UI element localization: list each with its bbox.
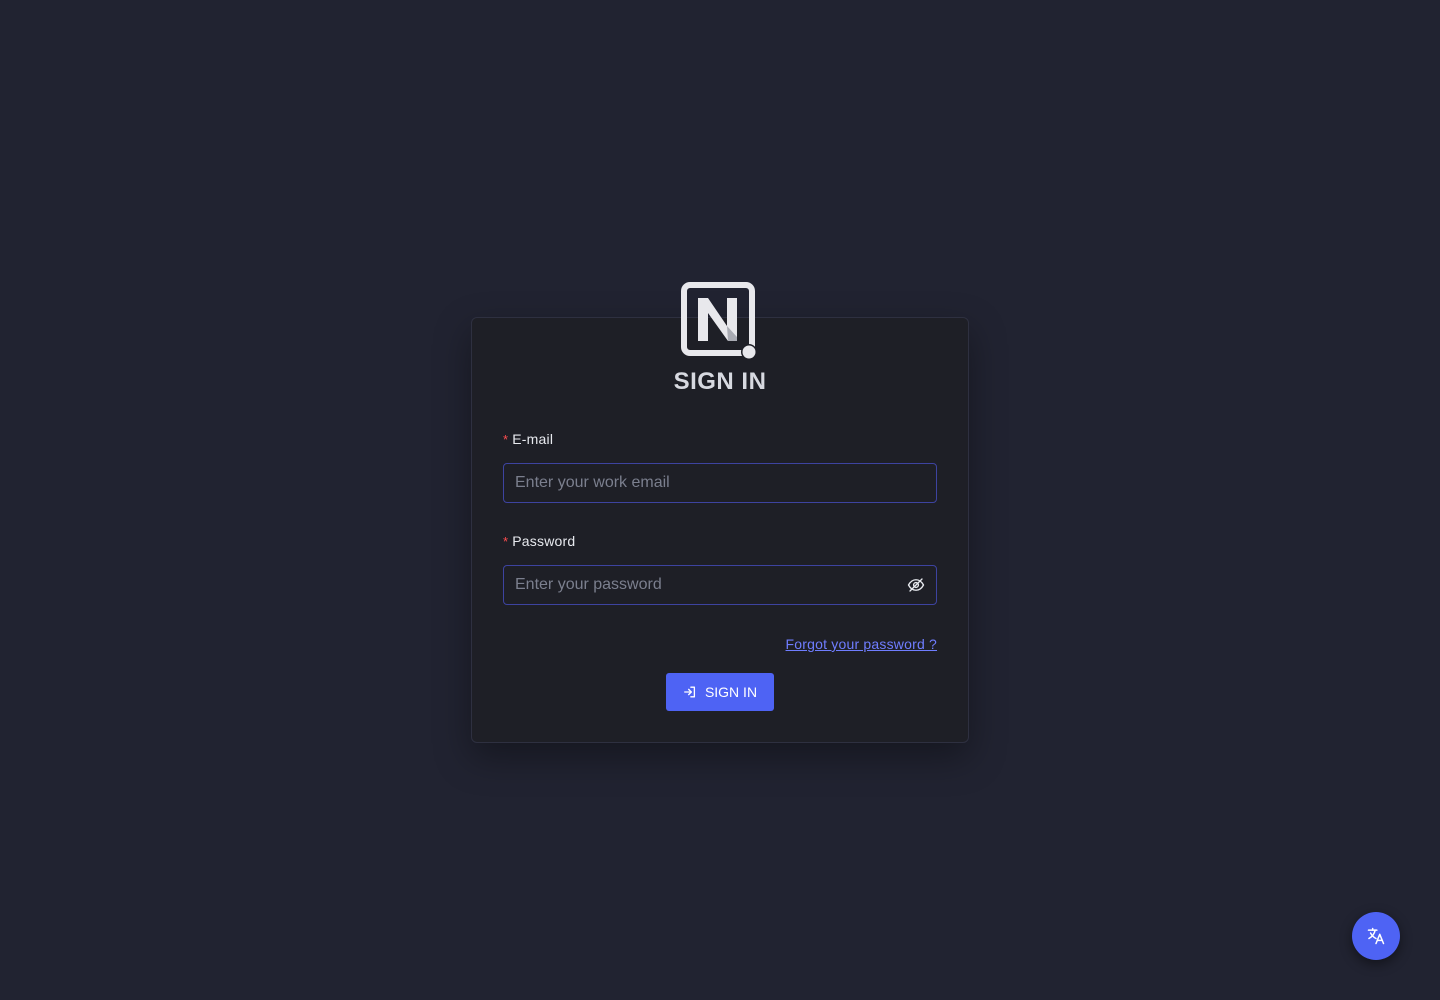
email-label-text: E-mail [512,431,554,447]
page-title: SIGN IN [673,368,767,395]
email-field-wrapper [503,463,937,503]
email-label: * E-mail [503,431,553,447]
password-label: * Password [503,533,575,549]
required-marker: * [503,432,509,447]
login-icon [683,685,697,699]
sign-in-button-label: SIGN IN [704,684,758,700]
sign-in-page: SIGN IN *E-mail *Password Forgot your pa… [0,0,1440,1000]
required-marker: * [503,534,509,549]
forgot-password-link[interactable]: Forgot your password ? [786,636,937,652]
sign-in-button[interactable]: SIGN IN [666,673,774,711]
password-field[interactable] [504,566,896,604]
n-logo-icon [680,281,760,361]
eye-slash-icon[interactable] [896,566,936,604]
email-field[interactable] [504,464,936,502]
password-label-text: Password [512,533,576,549]
language-button[interactable] [1352,912,1400,960]
translate-icon [1366,926,1386,946]
password-field-wrapper [503,565,937,605]
